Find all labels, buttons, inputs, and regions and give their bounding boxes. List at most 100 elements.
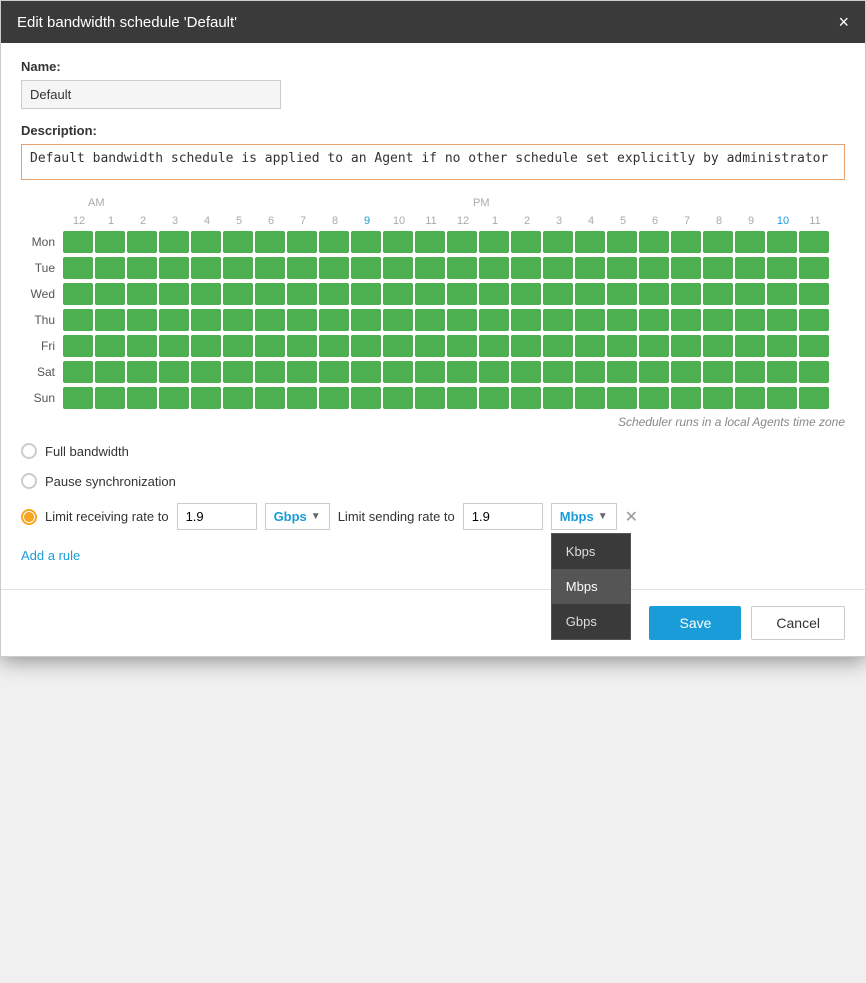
- time-cell-thu-9[interactable]: [351, 309, 381, 331]
- time-cell-fri-3[interactable]: [159, 335, 189, 357]
- time-cell-thu-21[interactable]: [735, 309, 765, 331]
- time-cell-wed-16[interactable]: [575, 283, 605, 305]
- time-cell-wed-13[interactable]: [479, 283, 509, 305]
- time-cell-fri-8[interactable]: [319, 335, 349, 357]
- time-cell-mon-20[interactable]: [703, 231, 733, 253]
- time-cell-wed-23[interactable]: [799, 283, 829, 305]
- time-cell-thu-3[interactable]: [159, 309, 189, 331]
- time-cell-thu-5[interactable]: [223, 309, 253, 331]
- time-cell-thu-18[interactable]: [639, 309, 669, 331]
- time-cell-sun-17[interactable]: [607, 387, 637, 409]
- time-cell-mon-6[interactable]: [255, 231, 285, 253]
- time-cell-sat-16[interactable]: [575, 361, 605, 383]
- time-cell-fri-21[interactable]: [735, 335, 765, 357]
- time-cell-wed-11[interactable]: [415, 283, 445, 305]
- time-cell-fri-2[interactable]: [127, 335, 157, 357]
- time-cell-tue-12[interactable]: [447, 257, 477, 279]
- time-cell-sat-7[interactable]: [287, 361, 317, 383]
- time-cell-sat-22[interactable]: [767, 361, 797, 383]
- sending-unit-button[interactable]: Mbps ▼: [551, 503, 617, 530]
- time-cell-tue-22[interactable]: [767, 257, 797, 279]
- receiving-unit-button[interactable]: Gbps ▼: [265, 503, 330, 530]
- time-cell-sun-8[interactable]: [319, 387, 349, 409]
- time-cell-fri-22[interactable]: [767, 335, 797, 357]
- time-cell-sat-9[interactable]: [351, 361, 381, 383]
- time-cell-wed-20[interactable]: [703, 283, 733, 305]
- time-cell-wed-21[interactable]: [735, 283, 765, 305]
- time-cell-sun-22[interactable]: [767, 387, 797, 409]
- time-cell-mon-13[interactable]: [479, 231, 509, 253]
- time-cell-wed-17[interactable]: [607, 283, 637, 305]
- time-cell-thu-7[interactable]: [287, 309, 317, 331]
- receiving-rate-input[interactable]: [177, 503, 257, 530]
- time-cell-tue-4[interactable]: [191, 257, 221, 279]
- time-cell-mon-4[interactable]: [191, 231, 221, 253]
- time-cell-fri-18[interactable]: [639, 335, 669, 357]
- time-cell-tue-7[interactable]: [287, 257, 317, 279]
- time-cell-wed-8[interactable]: [319, 283, 349, 305]
- time-cell-sat-8[interactable]: [319, 361, 349, 383]
- time-cell-tue-18[interactable]: [639, 257, 669, 279]
- time-cell-sat-19[interactable]: [671, 361, 701, 383]
- time-cell-mon-17[interactable]: [607, 231, 637, 253]
- time-cell-thu-2[interactable]: [127, 309, 157, 331]
- time-cell-sat-2[interactable]: [127, 361, 157, 383]
- save-button[interactable]: Save: [649, 606, 741, 640]
- time-cell-mon-8[interactable]: [319, 231, 349, 253]
- time-cell-sun-3[interactable]: [159, 387, 189, 409]
- time-cell-sun-15[interactable]: [543, 387, 573, 409]
- time-cell-sun-10[interactable]: [383, 387, 413, 409]
- unit-option-mbps[interactable]: Mbps: [552, 569, 630, 604]
- time-cell-sun-19[interactable]: [671, 387, 701, 409]
- full-bandwidth-radio[interactable]: [21, 443, 37, 459]
- time-cell-mon-23[interactable]: [799, 231, 829, 253]
- time-cell-tue-11[interactable]: [415, 257, 445, 279]
- time-cell-wed-7[interactable]: [287, 283, 317, 305]
- time-cell-wed-5[interactable]: [223, 283, 253, 305]
- time-cell-sun-0[interactable]: [63, 387, 93, 409]
- time-cell-tue-10[interactable]: [383, 257, 413, 279]
- time-cell-thu-16[interactable]: [575, 309, 605, 331]
- time-cell-fri-16[interactable]: [575, 335, 605, 357]
- name-input[interactable]: [21, 80, 281, 109]
- time-cell-tue-6[interactable]: [255, 257, 285, 279]
- time-cell-thu-8[interactable]: [319, 309, 349, 331]
- time-cell-thu-0[interactable]: [63, 309, 93, 331]
- time-cell-thu-19[interactable]: [671, 309, 701, 331]
- time-cell-sun-18[interactable]: [639, 387, 669, 409]
- add-rule-link[interactable]: Add a rule: [21, 548, 80, 563]
- time-cell-fri-13[interactable]: [479, 335, 509, 357]
- time-cell-tue-20[interactable]: [703, 257, 733, 279]
- time-cell-mon-14[interactable]: [511, 231, 541, 253]
- time-cell-fri-7[interactable]: [287, 335, 317, 357]
- time-cell-sun-5[interactable]: [223, 387, 253, 409]
- time-cell-sun-13[interactable]: [479, 387, 509, 409]
- time-cell-sun-16[interactable]: [575, 387, 605, 409]
- time-cell-fri-23[interactable]: [799, 335, 829, 357]
- time-cell-fri-1[interactable]: [95, 335, 125, 357]
- time-cell-tue-15[interactable]: [543, 257, 573, 279]
- time-cell-fri-0[interactable]: [63, 335, 93, 357]
- time-cell-sat-17[interactable]: [607, 361, 637, 383]
- time-cell-wed-6[interactable]: [255, 283, 285, 305]
- time-cell-wed-12[interactable]: [447, 283, 477, 305]
- time-cell-sat-6[interactable]: [255, 361, 285, 383]
- time-cell-tue-14[interactable]: [511, 257, 541, 279]
- time-cell-wed-9[interactable]: [351, 283, 381, 305]
- time-cell-sat-13[interactable]: [479, 361, 509, 383]
- time-cell-wed-4[interactable]: [191, 283, 221, 305]
- time-cell-tue-13[interactable]: [479, 257, 509, 279]
- time-cell-tue-9[interactable]: [351, 257, 381, 279]
- time-cell-sat-5[interactable]: [223, 361, 253, 383]
- time-cell-mon-0[interactable]: [63, 231, 93, 253]
- remove-rule-button[interactable]: ✕: [625, 507, 638, 527]
- time-cell-tue-3[interactable]: [159, 257, 189, 279]
- time-cell-sun-4[interactable]: [191, 387, 221, 409]
- time-cell-wed-18[interactable]: [639, 283, 669, 305]
- time-cell-sat-4[interactable]: [191, 361, 221, 383]
- time-cell-fri-17[interactable]: [607, 335, 637, 357]
- time-cell-thu-22[interactable]: [767, 309, 797, 331]
- time-cell-thu-1[interactable]: [95, 309, 125, 331]
- time-cell-thu-11[interactable]: [415, 309, 445, 331]
- time-cell-fri-14[interactable]: [511, 335, 541, 357]
